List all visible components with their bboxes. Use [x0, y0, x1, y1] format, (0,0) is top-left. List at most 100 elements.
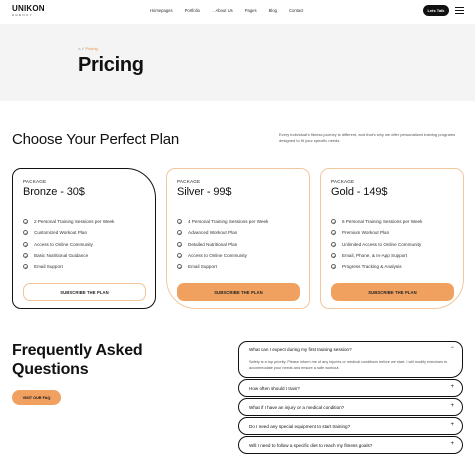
nav-label: About Us	[215, 8, 233, 13]
feature-text: Email, Phone, & In-App Support	[342, 253, 408, 259]
nav-item-about-us[interactable]: ⌄ About Us	[212, 8, 233, 13]
minus-icon[interactable]: −	[450, 345, 454, 351]
feature-text: 4 Personal Training Sessions per Week	[188, 219, 269, 225]
feature-text: Progress Tracking & Analysis	[342, 264, 402, 270]
feature-text: Email Support	[34, 264, 63, 270]
faq-question: What can I expect during my first traini…	[249, 347, 352, 352]
feature-text: Advanced Workout Plan	[188, 230, 238, 236]
faq-question: Will I need to follow a specific diet to…	[249, 443, 373, 448]
check-circle-icon	[177, 219, 182, 225]
subscribe-bronze-button[interactable]: SUBSCRIBE THE PLAN	[23, 283, 146, 301]
plan-card-silver: PACKAGE Silver - 99$ 4 Personal Training…	[166, 168, 310, 309]
logo-tagline: AGENCY	[12, 13, 34, 17]
nav-label: Portfolio	[184, 8, 200, 13]
plan-card-gold: PACKAGE Gold - 149$ 6 Personal Training …	[320, 168, 464, 309]
plus-icon[interactable]: +	[450, 422, 454, 428]
site-header: UNIKON AGENCY Homepages Portfolio ⌄ About…	[0, 0, 475, 24]
feature-item: Customized Workout Plan	[23, 227, 114, 238]
check-circle-icon	[23, 219, 28, 225]
check-circle-icon	[23, 241, 28, 247]
feature-item: 4 Personal Training Sessions per Week	[177, 216, 268, 227]
faq-item-open[interactable]: What can I expect during my first traini…	[238, 341, 463, 378]
page-title: Pricing	[78, 54, 144, 76]
check-circle-icon	[331, 241, 336, 247]
plan-card-bronze: PACKAGE Bronze - 30$ 2 Personal Training…	[12, 168, 156, 309]
faq-item[interactable]: Will I need to follow a specific diet to…	[238, 436, 463, 454]
logo[interactable]: UNIKON AGENCY	[12, 4, 45, 18]
check-circle-icon	[331, 219, 336, 225]
package-label: PACKAGE	[23, 179, 47, 184]
feature-list: 2 Personal Training Sessions per Week Cu…	[23, 216, 114, 272]
chevron-down-icon: ⌄	[211, 8, 215, 13]
home-icon[interactable]: ⌂	[78, 46, 80, 51]
package-label: PACKAGE	[331, 179, 355, 184]
nav-item-contact[interactable]: Contact	[289, 8, 303, 13]
plans-description: Every individual's fitness journey is di…	[279, 132, 456, 143]
check-circle-icon	[331, 253, 336, 259]
subscribe-gold-button[interactable]: SUBSCRIBE THE PLAN	[331, 283, 454, 301]
menu-icon[interactable]	[455, 7, 464, 14]
feature-item: Email Support	[177, 261, 268, 272]
faq-question: Do I need any special equipment to start…	[249, 424, 351, 429]
plus-icon[interactable]: +	[450, 384, 454, 390]
feature-item: Detailed Nutritional Plan	[177, 239, 268, 250]
faq-item[interactable]: Do I need any special equipment to start…	[238, 417, 463, 435]
breadcrumb: ⌂ / Pricing	[78, 46, 98, 51]
plans-heading: Choose Your Perfect Plan	[12, 131, 179, 148]
feature-item: Advanced Workout Plan	[177, 227, 268, 238]
nav-item-homepages[interactable]: Homepages	[150, 8, 173, 13]
feature-item: Email, Phone, & In-App Support	[331, 250, 422, 261]
plus-icon[interactable]: +	[450, 403, 454, 409]
nav-label: Blog	[268, 8, 277, 13]
nav-item-pages[interactable]: Pages	[245, 8, 257, 13]
feature-item: 6 Personal Training Sessions per Week	[331, 216, 422, 227]
feature-text: 6 Personal Training Sessions per Week	[342, 219, 423, 225]
feature-list: 6 Personal Training Sessions per Week Pr…	[331, 216, 422, 272]
feature-item: 2 Personal Training Sessions per Week	[23, 216, 114, 227]
page-hero: ⌂ / Pricing Pricing	[0, 24, 475, 101]
feature-item: Email Support	[23, 261, 114, 272]
check-circle-icon	[23, 230, 28, 236]
feature-list: 4 Personal Training Sessions per Week Ad…	[177, 216, 268, 272]
nav-label: Homepages	[150, 8, 173, 13]
logo-wordmark: UNIKON	[12, 4, 45, 13]
feature-text: Premium Workout Plan	[342, 230, 390, 236]
feature-item: Basic Nutritional Guidance	[23, 250, 114, 261]
feature-text: Email Support	[188, 264, 217, 270]
check-circle-icon	[331, 230, 336, 236]
feature-item: Premium Workout Plan	[331, 227, 422, 238]
faq-heading: Frequently Asked Questions	[12, 342, 143, 378]
check-circle-icon	[177, 241, 182, 247]
plan-name: Bronze - 30$	[23, 186, 85, 198]
plus-icon[interactable]: +	[450, 441, 454, 447]
package-label: PACKAGE	[177, 179, 201, 184]
breadcrumb-current: Pricing	[85, 46, 98, 51]
nav-label: Pages	[244, 8, 257, 13]
check-circle-icon	[23, 264, 28, 270]
feature-text: Unlimited Access to Online Community	[342, 241, 422, 247]
feature-text: 2 Personal Training Sessions per Week	[34, 219, 115, 225]
faq-item[interactable]: How often should I train? +	[238, 379, 463, 397]
nav-item-portfolio[interactable]: Portfolio	[185, 8, 200, 13]
check-circle-icon	[177, 230, 182, 236]
main-nav: Homepages Portfolio ⌄ About Us Pages Blog…	[150, 8, 303, 13]
check-circle-icon	[177, 253, 182, 259]
plan-name: Silver - 99$	[177, 186, 232, 198]
nav-item-blog[interactable]: Blog	[269, 8, 277, 13]
feature-item: Progress Tracking & Analysis	[331, 261, 422, 272]
faq-question: How often should I train?	[249, 386, 300, 391]
feature-text: Detailed Nutritional Plan	[188, 241, 238, 247]
faq-item[interactable]: What if I have an injury or a medical co…	[238, 398, 463, 416]
subscribe-silver-button[interactable]: SUBSCRIBE THE PLAN	[177, 283, 300, 301]
feature-text: Customized Workout Plan	[34, 230, 88, 236]
feature-text: Access to Online Community	[188, 253, 247, 259]
check-circle-icon	[177, 264, 182, 270]
lets-talk-button[interactable]: Lets Talk	[423, 5, 449, 16]
feature-text: Access to Online Community	[34, 241, 93, 247]
feature-item: Unlimited Access to Online Community	[331, 239, 422, 250]
feature-item: Access to Online Community	[23, 239, 114, 250]
feature-item: Access to Online Community	[177, 250, 268, 261]
check-circle-icon	[23, 253, 28, 259]
visit-faq-button[interactable]: VISIT OUR FAQ	[12, 390, 61, 405]
check-circle-icon	[331, 264, 336, 270]
